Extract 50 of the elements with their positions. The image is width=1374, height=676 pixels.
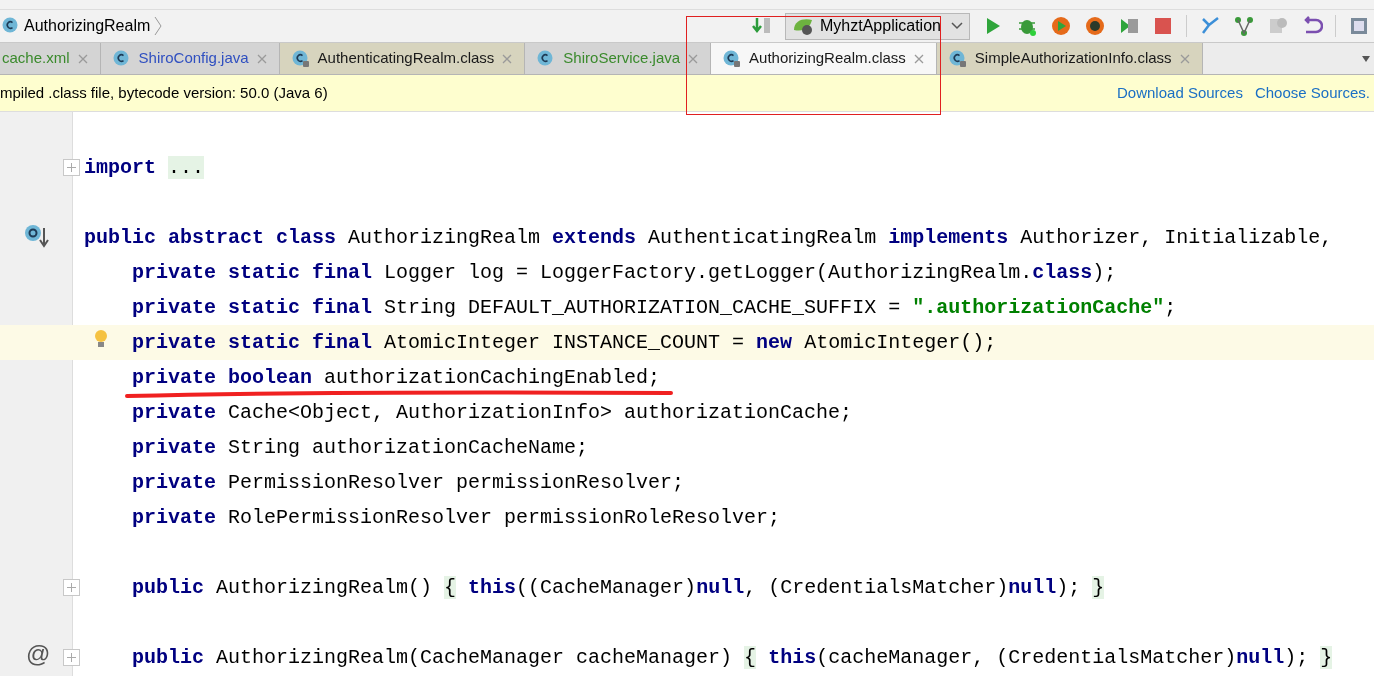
close-icon[interactable]	[502, 53, 513, 64]
fold-toggle-icon[interactable]	[63, 579, 80, 596]
class-icon	[2, 17, 20, 35]
leaf-icon	[792, 16, 814, 36]
locked-class-icon	[948, 49, 967, 68]
stop-icon[interactable]	[1152, 15, 1174, 37]
class-icon	[112, 49, 131, 68]
editor-tab[interactable]: SimpleAuthorizationInfo.class	[936, 43, 1203, 74]
banner-link[interactable]: Choose Sources.	[1254, 81, 1370, 105]
locked-class-icon	[291, 49, 310, 68]
tab-label: ShiroConfig.java	[138, 48, 249, 69]
close-icon[interactable]	[688, 53, 699, 64]
code-line: private static final String DEFAULT_AUTHORIZATION_CACHE_SUFFIX = ″.authorizationCache″;	[132, 294, 1177, 321]
locked-class-icon	[723, 49, 742, 68]
chevron-right-icon	[154, 16, 163, 36]
code-line: private boolean authorizationCachingEnabled;	[132, 364, 661, 391]
close-icon[interactable]	[1179, 53, 1190, 64]
breadcrumb-item[interactable]: AuthorizingRealm	[0, 14, 163, 38]
tab-label: cache.xml	[2, 48, 70, 69]
fold-toggle-icon[interactable]	[63, 159, 80, 176]
tab-label: AuthorizingRealm.class	[749, 48, 906, 69]
close-icon[interactable]	[77, 53, 88, 64]
code-line: public abstract class AuthorizingRealm extends AuthenticatingRealm implements Authorizer, Initializable,	[84, 224, 1333, 251]
code-line: public AuthorizingRealm(CacheManager cacheManager) { this(cacheManager, (CredentialsMatcher)null); }	[132, 644, 1333, 671]
dropdown-triangle-icon[interactable]	[1362, 55, 1370, 62]
code-line: private PermissionResolver permissionResolver;	[132, 469, 685, 496]
code-line: private Cache<Object, AuthorizationInfo> authorizationCache;	[132, 399, 853, 426]
banner-link[interactable]: Download Sources	[1117, 81, 1243, 105]
override-marker-icon[interactable]	[24, 224, 52, 250]
fold-toggle-icon[interactable]	[63, 649, 80, 666]
tab-label: ShiroService.java	[563, 48, 681, 69]
run-configuration-dropdown[interactable]: MyhztApplication	[785, 12, 970, 40]
branch-icon[interactable]	[1233, 15, 1255, 37]
code-line: private String authorizationCacheName;	[132, 434, 589, 461]
banner-text: mpiled .class file, bytecode version: 50.0 (Java 6)	[0, 82, 328, 103]
editor-tab[interactable]: ShiroConfig.java	[100, 43, 280, 74]
code-line: private RolePermissionResolver permissionRoleResolver;	[132, 504, 781, 531]
chevron-down-icon	[951, 22, 963, 30]
code-line: private static final Logger log = LoggerFactory.getLogger(AuthorizingRealm.class);	[132, 259, 1117, 286]
code-line: public AuthorizingRealm() { this((CacheManager)null, (CredentialsMatcher)null); }	[132, 574, 1105, 601]
tab-label: AuthenticatingRealm.class	[317, 48, 495, 69]
code-line: private static final AtomicInteger INSTANCE_COUNT = new AtomicInteger();	[132, 329, 997, 356]
tab-label: SimpleAuthorizationInfo.class	[974, 48, 1172, 69]
annotation-marker[interactable]: @	[26, 642, 51, 666]
editor-tab[interactable]: AuthorizingRealm.class	[711, 43, 937, 74]
lightbulb-icon[interactable]	[93, 329, 109, 349]
editor-tab[interactable]: AuthenticatingRealm.class	[279, 43, 526, 74]
code-line: import ...	[84, 154, 205, 181]
close-icon[interactable]	[256, 53, 267, 64]
close-icon[interactable]	[913, 53, 924, 64]
